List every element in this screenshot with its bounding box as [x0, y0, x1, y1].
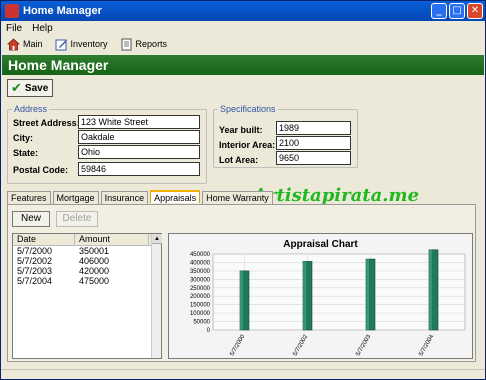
year-built-input[interactable]: 1989 — [276, 121, 351, 135]
report-icon — [121, 38, 132, 50]
chart-bar-highlight — [366, 259, 369, 330]
page-banner: Home Manager — [2, 55, 484, 75]
y-tick-label: 450000 — [190, 252, 211, 258]
chart-plot: 0 50000 100000 150000 200000 250000 300000 3500… — [190, 249, 466, 357]
cell-date: 5/7/2003 — [17, 266, 53, 276]
city-label: City: — [13, 133, 33, 143]
y-tick-label: 0 — [207, 328, 211, 334]
app-window: Home Manager _ □ ✕ File Help Main Invent… — [0, 0, 486, 380]
watermark-text: Artistapirata.me — [253, 185, 420, 206]
interior-area-input[interactable]: 2100 — [276, 136, 351, 150]
appraisals-table: Date Amount 5/7/2000 350001 5/7/2002 40600… — [12, 233, 162, 359]
menu-bar: File Help — [1, 21, 485, 36]
postal-label: Postal Code: — [13, 165, 69, 175]
x-tick-label: 5/7/2003 — [355, 333, 372, 357]
column-header-date[interactable]: Date — [13, 234, 75, 245]
state-input[interactable]: Ohio — [78, 145, 200, 159]
x-tick-label: 5/7/2002 — [292, 333, 309, 357]
save-button[interactable]: ✔ Save — [7, 79, 53, 97]
y-tick-label: 350000 — [190, 269, 211, 275]
cell-date: 5/7/2004 — [17, 276, 53, 286]
toolbar-main-label: Main — [23, 39, 43, 49]
postal-input[interactable]: 59846 — [78, 162, 200, 176]
table-row[interactable]: 5/7/2003 420000 — [13, 266, 161, 276]
lot-area-label: Lot Area: — [219, 155, 259, 165]
cell-amount: 350001 — [79, 246, 110, 256]
tab-features[interactable]: Features — [7, 191, 51, 204]
title-bar: Home Manager _ □ ✕ — [1, 1, 485, 21]
y-tick-label: 300000 — [190, 277, 211, 283]
interior-area-label: Interior Area: — [219, 140, 276, 150]
checkmark-icon: ✔ — [11, 80, 22, 96]
scroll-up-icon[interactable]: ▲ — [152, 234, 162, 244]
cell-amount: 406000 — [79, 256, 110, 266]
x-tick-label: 5/7/2000 — [229, 333, 246, 357]
cell-amount: 475000 — [79, 276, 110, 286]
status-bar — [1, 369, 485, 380]
toolbar-main-button[interactable]: Main — [7, 37, 43, 51]
chart-bar-highlight — [429, 249, 432, 330]
y-tick-label: 250000 — [190, 286, 211, 292]
toolbar-reports-button[interactable]: Reports — [120, 38, 168, 51]
address-legend: Address — [14, 104, 48, 114]
cell-date: 5/7/2000 — [17, 246, 53, 256]
y-tick-label: 400000 — [190, 260, 211, 266]
table-scrollbar[interactable]: ▲ — [151, 234, 162, 358]
column-header-amount[interactable]: Amount — [75, 234, 149, 245]
menu-file[interactable]: File — [6, 23, 22, 34]
delete-button[interactable]: Delete — [56, 211, 98, 227]
street-label: Street Address: — [13, 118, 80, 128]
minimize-button[interactable]: _ — [431, 3, 447, 19]
window-title: Home Manager — [23, 5, 102, 17]
tab-mortgage[interactable]: Mortgage — [52, 191, 99, 204]
chart-bar-highlight — [303, 261, 306, 330]
tab-home-warranty[interactable]: Home Warranty — [202, 191, 273, 204]
toolbar: Main Inventory Reports — [1, 36, 485, 52]
house-icon — [7, 37, 20, 50]
table-header: Date Amount — [13, 234, 161, 246]
tab-appraisals[interactable]: Appraisals — [150, 190, 201, 203]
x-tick-label: 5/7/2004 — [418, 333, 435, 357]
tab-bar: Features Mortgage Insurance Appraisals H… — [7, 190, 273, 204]
toolbar-inventory-label: Inventory — [70, 39, 108, 49]
year-built-label: Year built: — [219, 125, 263, 135]
y-tick-label: 50000 — [193, 320, 210, 326]
appraisals-panel: New Delete Date Amount 5/7/2000 350001 5/… — [7, 204, 476, 362]
toolbar-inventory-button[interactable]: Inventory — [55, 38, 108, 51]
street-input[interactable]: 123 White Street — [78, 115, 200, 129]
pencil-note-icon — [55, 39, 67, 50]
maximize-button[interactable]: □ — [449, 3, 465, 19]
plot-area — [212, 253, 466, 331]
table-row[interactable]: 5/7/2000 350001 — [13, 246, 161, 256]
save-label: Save — [24, 82, 49, 94]
cell-date: 5/7/2002 — [17, 256, 53, 266]
y-tick-label: 100000 — [190, 311, 211, 317]
chart-bar-highlight — [240, 270, 243, 330]
y-tick-label: 150000 — [190, 303, 211, 309]
y-tick-label: 200000 — [190, 294, 211, 300]
table-row[interactable]: 5/7/2002 406000 — [13, 256, 161, 266]
menu-help[interactable]: Help — [32, 23, 53, 34]
cell-amount: 420000 — [79, 266, 110, 276]
tab-insurance[interactable]: Insurance — [100, 191, 149, 204]
table-row[interactable]: 5/7/2004 475000 — [13, 276, 161, 286]
lot-area-input[interactable]: 9650 — [276, 151, 351, 165]
close-button[interactable]: ✕ — [467, 3, 483, 19]
new-button[interactable]: New — [12, 211, 50, 227]
appraisal-chart: Appraisal Chart 0 50000 100000 150000 200000… — [168, 233, 473, 359]
app-icon — [5, 4, 19, 18]
toolbar-reports-label: Reports — [135, 39, 168, 49]
state-label: State: — [13, 148, 39, 158]
city-input[interactable]: Oakdale — [78, 130, 200, 144]
specifications-legend: Specifications — [220, 104, 276, 114]
